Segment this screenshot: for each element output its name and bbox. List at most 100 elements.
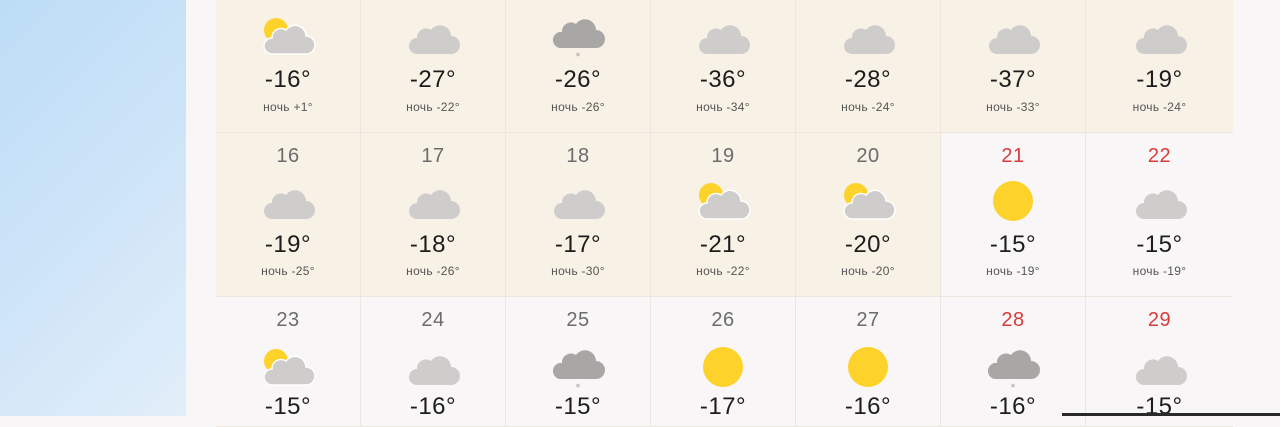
calendar-week-row: 16 -19° ночь -25° 17 -18° ночь -26° 18 -…: [216, 133, 1238, 297]
day-temperature: -15°: [264, 393, 312, 420]
day-temperature: -36°: [699, 66, 747, 93]
snow-cloud-icon: *: [987, 350, 1040, 393]
cloud-icon: [1135, 25, 1187, 54]
night-temperature: ночь +1°: [263, 100, 313, 114]
day-cell[interactable]: -37° ночь -33°: [941, 0, 1086, 133]
night-temperature: ночь -33°: [986, 100, 1040, 114]
night-temperature: ночь -22°: [406, 100, 460, 114]
weather-icon: [1130, 14, 1190, 60]
day-cell[interactable]: -27° ночь -22°: [361, 0, 506, 133]
day-date: 17: [421, 145, 445, 167]
sun-cloud-icon: [263, 349, 316, 386]
snow-cloud-icon: *: [552, 350, 605, 393]
cloud-icon: [844, 25, 895, 54]
day-date: 28: [1001, 309, 1025, 331]
day-cell[interactable]: 18 -17° ночь -30°: [506, 133, 651, 297]
svg-text:*: *: [576, 383, 581, 391]
day-cell[interactable]: 23 -15°: [216, 297, 361, 427]
day-date: 25: [566, 309, 590, 331]
cloud-icon: [1135, 356, 1187, 385]
day-cell[interactable]: 19 -21° ночь -22°: [651, 133, 796, 297]
day-temperature: -16°: [264, 66, 312, 93]
day-temperature: -19°: [1136, 66, 1183, 93]
cloud-icon: [989, 25, 1040, 54]
day-cell[interactable]: * -26° ночь -26°: [506, 0, 651, 133]
day-date: 23: [276, 309, 300, 331]
weather-icon: [1130, 345, 1190, 391]
day-temperature: -15°: [1136, 393, 1183, 420]
day-cell[interactable]: 27 -16°: [796, 297, 941, 427]
day-date: 21: [1001, 145, 1025, 167]
weather-icon: [838, 14, 898, 60]
weather-icon: *: [548, 345, 608, 393]
day-date: 24: [421, 309, 445, 331]
day-temperature: -18°: [409, 231, 457, 258]
weather-icon: [403, 14, 463, 60]
day-date: 26: [711, 309, 735, 331]
weather-icon: [403, 179, 463, 225]
day-date: 20: [856, 145, 880, 167]
day-date: 29: [1147, 309, 1172, 331]
night-temperature: ночь -24°: [841, 100, 895, 114]
night-temperature: ночь -25°: [261, 264, 315, 278]
day-date: 27: [856, 309, 880, 331]
day-temperature: -17°: [699, 393, 747, 420]
cloud-icon: [699, 25, 750, 54]
day-temperature: -15°: [1136, 231, 1183, 258]
weather-icon: [693, 345, 753, 391]
day-temperature: -27°: [409, 66, 457, 93]
night-temperature: ночь -26°: [551, 100, 605, 114]
night-temperature: ночь -19°: [986, 264, 1040, 278]
svg-text:*: *: [1011, 383, 1016, 391]
night-temperature: ночь -24°: [1132, 100, 1187, 114]
night-temperature: ночь -19°: [1132, 264, 1187, 278]
weather-icon: *: [548, 14, 608, 62]
day-cell[interactable]: 29 -15°: [1086, 297, 1233, 427]
weather-calendar: -16° ночь +1° -27° ночь -22° * -26° ночь…: [216, 0, 1238, 427]
cloud-icon: [409, 356, 460, 385]
night-temperature: ночь -30°: [551, 264, 605, 278]
day-cell[interactable]: -36° ночь -34°: [651, 0, 796, 133]
sun-cloud-icon: [263, 18, 316, 55]
day-date: 19: [711, 145, 735, 167]
day-cell[interactable]: 21 -15° ночь -19°: [941, 133, 1086, 297]
night-temperature: ночь -22°: [696, 264, 750, 278]
day-temperature: -17°: [554, 231, 602, 258]
weather-icon: [1130, 179, 1190, 225]
sun-icon: [993, 181, 1033, 221]
day-date: 18: [566, 145, 590, 167]
day-temperature: -15°: [554, 393, 602, 420]
day-temperature: -16°: [844, 393, 892, 420]
day-temperature: -16°: [409, 393, 457, 420]
day-cell[interactable]: 24 -16°: [361, 297, 506, 427]
day-cell[interactable]: 26 -17°: [651, 297, 796, 427]
day-cell[interactable]: 16 -19° ночь -25°: [216, 133, 361, 297]
weather-icon: *: [983, 345, 1043, 393]
day-date: 22: [1147, 145, 1172, 167]
weather-icon: [838, 345, 898, 391]
weather-icon: [838, 179, 898, 225]
weather-icon: [258, 345, 318, 391]
day-cell[interactable]: -19° ночь -24°: [1086, 0, 1233, 133]
day-cell[interactable]: 28 * -16°: [941, 297, 1086, 427]
sun-icon: [848, 347, 888, 387]
day-cell[interactable]: 25 * -15°: [506, 297, 651, 427]
day-cell[interactable]: -28° ночь -24°: [796, 0, 941, 133]
weather-icon: [258, 14, 318, 60]
weather-icon: [693, 14, 753, 60]
snow-cloud-icon: *: [552, 19, 605, 62]
night-temperature: ночь -26°: [406, 264, 460, 278]
night-temperature: ночь -34°: [696, 100, 750, 114]
calendar-week-row: 23 -15° 24 -16° 25 * -15° 26 -17° 27 -16…: [216, 297, 1238, 427]
day-cell[interactable]: 17 -18° ночь -26°: [361, 133, 506, 297]
page-background: [0, 0, 186, 416]
cloud-icon: [554, 190, 605, 219]
weather-icon: [258, 179, 318, 225]
day-temperature: -20°: [844, 231, 892, 258]
day-cell[interactable]: 22 -15° ночь -19°: [1086, 133, 1233, 297]
day-temperature: -15°: [989, 231, 1037, 258]
weather-icon: [693, 179, 753, 225]
day-temperature: -26°: [554, 66, 602, 93]
day-cell[interactable]: 20 -20° ночь -20°: [796, 133, 941, 297]
day-cell[interactable]: -16° ночь +1°: [216, 0, 361, 133]
